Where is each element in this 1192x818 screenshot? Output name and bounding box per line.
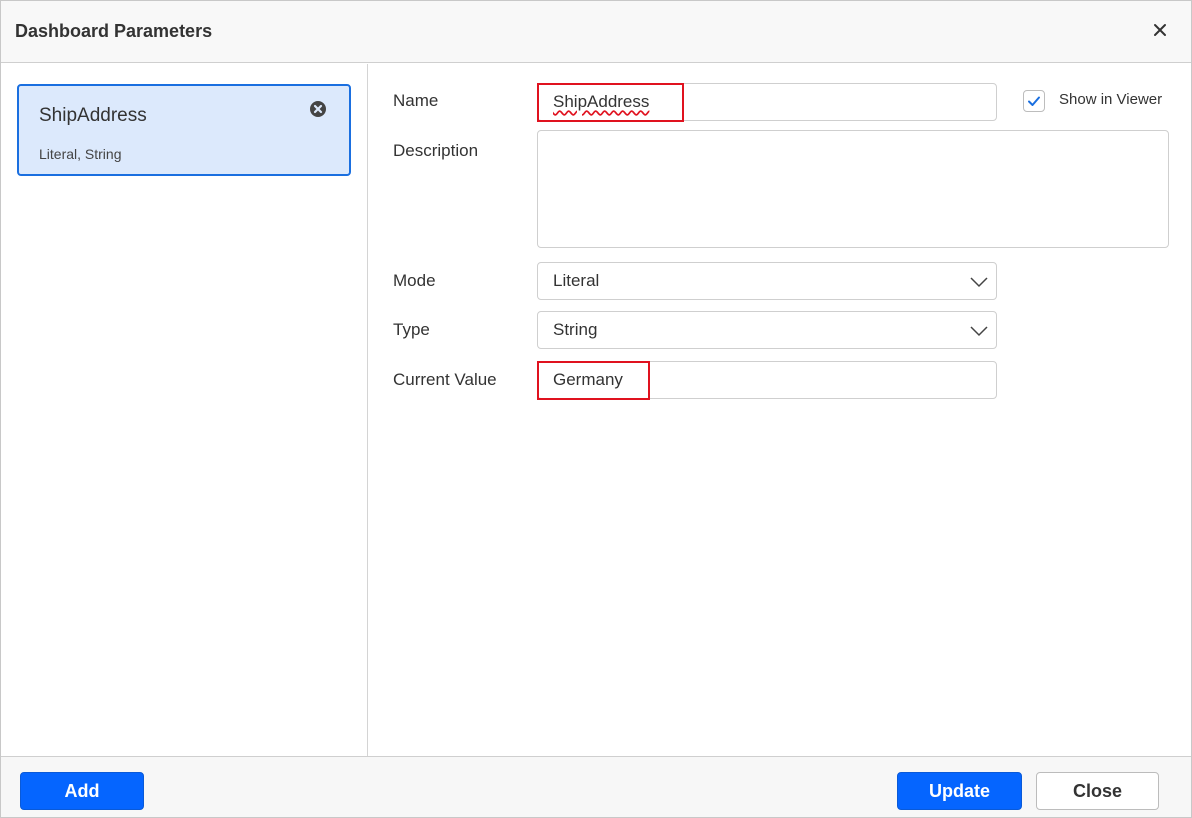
add-button[interactable]: Add bbox=[20, 772, 144, 810]
circle-x-icon[interactable] bbox=[309, 100, 327, 118]
type-label: Type bbox=[393, 320, 430, 339]
chevron-down-icon bbox=[970, 326, 988, 337]
parameters-list-pane: ShipAddress Literal, String bbox=[1, 64, 368, 756]
show-in-viewer-label: Show in Viewer bbox=[1059, 91, 1163, 108]
description-textarea[interactable] bbox=[537, 130, 1169, 248]
mode-dropdown-value: Literal bbox=[553, 271, 600, 290]
dialog-footer: Add Update Close bbox=[1, 756, 1191, 817]
current-value-input[interactable]: Germany bbox=[537, 361, 997, 399]
close-button[interactable]: Close bbox=[1036, 772, 1159, 810]
dashboard-parameters-dialog: Dashboard Parameters ShipAddress Literal… bbox=[0, 0, 1192, 818]
mode-dropdown[interactable]: Literal bbox=[537, 262, 997, 300]
parameter-editor-pane: Name ShipAddress Show in Viewer Descript… bbox=[369, 64, 1191, 756]
parameter-name: ShipAddress bbox=[39, 105, 147, 126]
parameter-subtitle: Literal, String bbox=[39, 146, 122, 162]
check-icon bbox=[1028, 96, 1040, 106]
description-label: Description bbox=[393, 141, 479, 160]
current-value-label: Current Value bbox=[393, 370, 497, 389]
mode-label: Mode bbox=[393, 271, 436, 290]
dialog-title: Dashboard Parameters bbox=[15, 21, 213, 41]
show-in-viewer-checkbox[interactable] bbox=[1023, 90, 1045, 112]
close-icon[interactable] bbox=[1149, 19, 1171, 41]
chevron-down-icon bbox=[970, 277, 988, 288]
name-input[interactable]: ShipAddress bbox=[537, 83, 997, 121]
update-button[interactable]: Update bbox=[897, 772, 1022, 810]
parameter-list-item[interactable]: ShipAddress Literal, String bbox=[17, 84, 351, 176]
name-label: Name bbox=[393, 91, 439, 110]
current-value-input-value: Germany bbox=[553, 370, 623, 389]
dialog-header: Dashboard Parameters bbox=[1, 1, 1191, 63]
type-dropdown-value: String bbox=[553, 320, 598, 339]
name-input-value: ShipAddress bbox=[553, 92, 650, 111]
type-dropdown[interactable]: String bbox=[537, 311, 997, 349]
